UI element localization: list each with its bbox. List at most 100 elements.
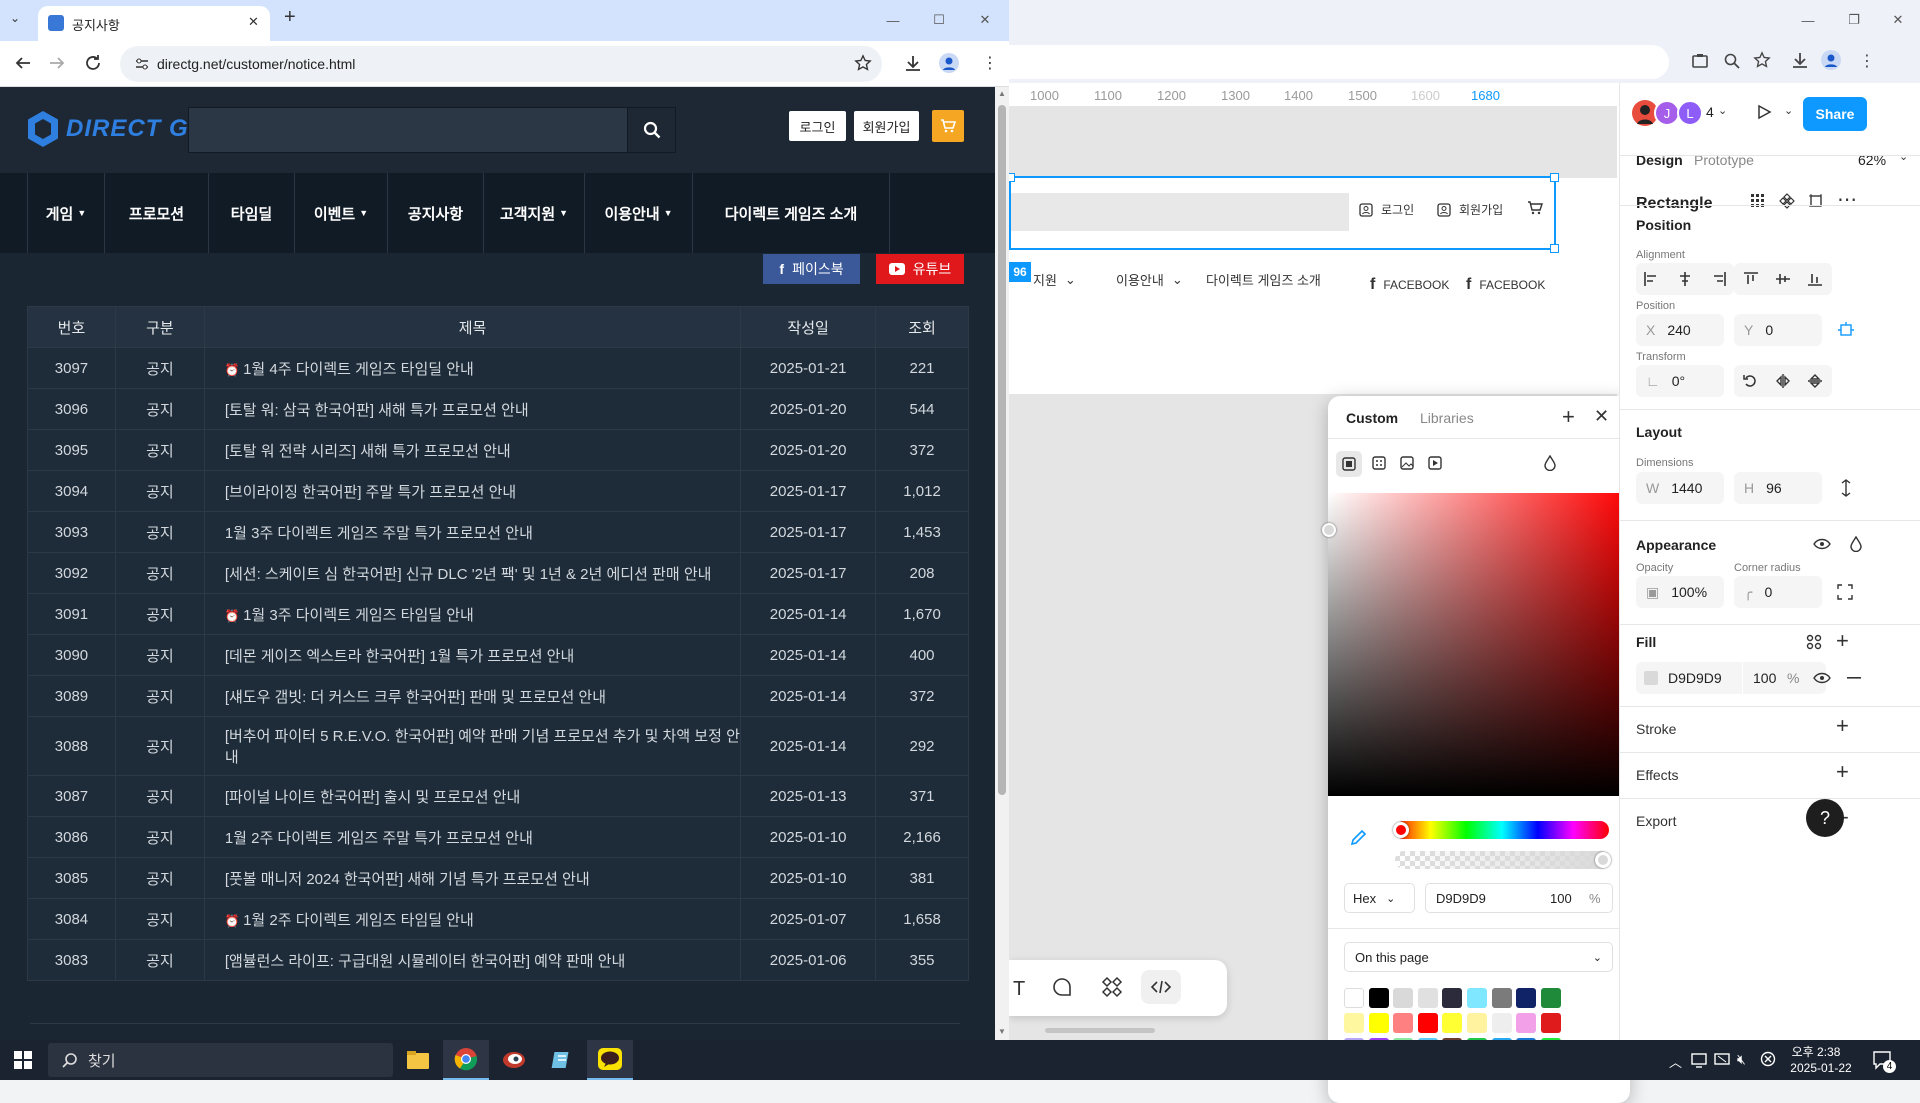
clock-time[interactable]: 오후 2:38 [1786,1043,1846,1060]
add-stroke-icon[interactable]: + [1836,713,1849,739]
color-swatch[interactable] [1516,988,1537,1008]
figma-url-field[interactable] [1009,45,1669,79]
layer-name[interactable]: Rectangle [1636,195,1712,213]
table-row[interactable]: 3096 공지 [토탈 워: 삼국 한국어판] 새해 특가 프로모션 안내 2025-… [27,388,969,430]
notice-title-link[interactable]: 1월 4주 다이렉트 게임즈 타임딜 안내 [243,361,474,378]
remove-fill-icon[interactable] [1838,662,1870,694]
cell-title[interactable]: [파이널 나이트 한국어판] 출시 및 프로모션 안내 [203,775,742,817]
notice-title-link[interactable]: [세션: 스케이트 심 한국어판] 신규 DLC '2년 팩' 및 1년 & 2… [225,566,712,583]
color-swatch[interactable] [1393,988,1414,1008]
sv-handle[interactable] [1322,523,1336,537]
width-input[interactable]: W 1440 [1636,472,1724,504]
display-icon[interactable] [1714,1052,1730,1068]
table-row[interactable]: 3097 공지 ⏰ 1월 4주 다이렉트 게임즈 타임딜 안내 2025-01-21 2… [27,347,969,389]
notice-title-link[interactable]: 1월 3주 다이렉트 게임즈 타임딜 안내 [243,607,474,624]
play-icon[interactable] [1756,104,1772,120]
zoom-icon[interactable] [1723,52,1741,70]
components-tool-icon[interactable] [1101,976,1123,998]
eye-icon[interactable] [1806,528,1838,560]
volume-muted-icon[interactable]: 🔇︎ [1737,1051,1746,1068]
corner-radius-input[interactable]: ╭ 0 [1734,576,1822,608]
cell-title[interactable]: [섀도우 갬빗: 더 커스드 크루 한국어판] 판매 및 프로모션 안내 [203,675,742,717]
download-icon[interactable] [904,54,922,72]
site-search-input[interactable] [188,107,676,153]
canvas-nav-guide[interactable]: 이용안내 ⌄ [1116,270,1183,289]
add-fill-icon[interactable]: + [1836,628,1849,654]
cell-title[interactable]: [풋볼 매니저 2024 한국어판] 새해 기념 특가 프로모션 안내 [203,857,742,899]
menu-kebab-icon[interactable]: ⋮ [982,53,998,73]
add-effect-icon[interactable]: + [1836,759,1849,785]
alpha-value[interactable]: 100 [1550,891,1572,906]
independent-corners-icon[interactable] [1837,584,1853,600]
reload-icon[interactable] [84,54,102,72]
saturation-value-area[interactable] [1322,493,1630,796]
table-row[interactable]: 3085 공지 [풋볼 매니저 2024 한국어판] 새해 기념 특가 프로모션 안… [27,857,969,899]
restore-button[interactable]: ❐ [1831,8,1877,32]
cell-title[interactable]: [앰뷸런스 라이프: 구급대원 시뮬레이터 한국어판] 예약 판매 안내 [203,939,742,981]
profile-icon[interactable] [939,53,959,73]
figma-canvas[interactable]: 1000 1100 1200 1300 1400 1500 1600 1680 … [1006,83,1630,1103]
youtube-button[interactable]: 유튜브 [876,254,964,284]
scroll-down-icon[interactable]: ▼ [998,1027,1006,1036]
rotate-icon[interactable] [1742,373,1758,389]
color-swatch[interactable] [1516,1013,1537,1033]
stroke-section-title[interactable]: Stroke [1636,721,1676,737]
fill-swatch[interactable] [1644,671,1658,685]
gradient-fill-icon[interactable] [1372,456,1386,470]
cell-title[interactable]: 1월 2주 다이렉트 게임즈 주말 특가 프로모션 안내 [203,816,742,858]
selection-box[interactable] [1006,173,1559,253]
flip-vertical-icon[interactable] [1807,373,1823,389]
cell-title[interactable]: [세션: 스케이트 심 한국어판] 신규 DLC '2년 팩' 및 1년 & 2… [203,552,742,594]
color-swatch[interactable] [1417,988,1438,1008]
blend-drop-icon[interactable] [1543,455,1557,471]
align-top-icon[interactable] [1743,271,1759,287]
cell-title[interactable]: 1월 3주 다이렉트 게임즈 주말 특가 프로모션 안내 [203,511,742,553]
file-explorer-icon[interactable] [395,1040,441,1080]
windows-start-icon[interactable] [14,1051,32,1069]
align-left-icon[interactable] [1643,271,1659,287]
notice-title-link[interactable]: [브이라이징 한국어판] 주말 특가 프로모션 안내 [225,484,516,501]
notice-title-link[interactable]: 1월 3주 다이렉트 게임즈 주말 특가 프로모션 안내 [225,525,533,542]
resize-handle[interactable] [1550,173,1559,182]
nav-support[interactable]: 고객지원 ▼ [484,173,585,253]
height-input[interactable]: H 96 [1734,472,1822,504]
download-icon[interactable] [1791,51,1809,69]
minimize-button[interactable]: — [1785,8,1831,32]
chevron-down-icon[interactable]: ⌄ [1899,150,1908,163]
color-swatch[interactable] [1467,1013,1487,1033]
blend-drop-icon[interactable] [1840,528,1872,560]
table-row[interactable]: 3089 공지 [섀도우 갬빗: 더 커스드 크루 한국어판] 판매 및 프로모션 … [27,675,969,717]
eyedropper-icon[interactable] [1348,828,1368,848]
dev-mode-icon[interactable] [1141,970,1181,1004]
constraints-icon[interactable] [1837,321,1855,339]
forward-arrow-icon[interactable] [48,54,66,72]
flip-horizontal-icon[interactable] [1775,373,1791,389]
tab-custom[interactable]: Custom [1344,406,1400,430]
notice-title-link[interactable]: [파이널 나이트 한국어판] 출시 및 프로모션 안내 [225,789,521,806]
align-center-h-icon[interactable] [1677,271,1693,287]
maximize-button[interactable]: ☐ [916,8,962,32]
cell-title[interactable]: ⏰ 1월 3주 다이렉트 게임즈 타임딜 안내 [203,593,742,635]
color-swatch[interactable] [1393,1013,1414,1033]
component-icon[interactable] [1779,193,1795,209]
app-taskbar-icon[interactable] [491,1040,537,1080]
cell-title[interactable]: [토탈 워 전략 시리즈] 새해 특가 프로모션 안내 [203,429,742,471]
vertical-scrollbar[interactable]: ▲ ▼ [995,87,1009,1040]
hex-input[interactable]: D9D9D9 100 % [1425,883,1613,913]
notice-title-link[interactable]: [토탈 워: 삼국 한국어판] 새해 특가 프로모션 안내 [225,402,529,419]
nav-timedeal[interactable]: 타임딜 [209,173,295,253]
resize-handle[interactable] [1550,244,1559,253]
notice-title-link[interactable]: [앰뷸런스 라이프: 구급대원 시뮬레이터 한국어판] 예약 판매 안내 [225,953,625,970]
canvas-nav-support[interactable]: 지원 ⌄ [1033,270,1076,289]
notice-title-link[interactable]: [버추어 파이터 5 R.E.V.O. 한국어판] 예약 판매 기념 프로모션 … [225,728,740,766]
x-input[interactable]: X 240 [1636,314,1724,346]
grid-layout-icon[interactable] [1750,193,1766,209]
add-style-icon[interactable]: + [1562,404,1575,430]
clock-date[interactable]: 2025-01-22 [1786,1061,1856,1075]
color-swatch[interactable] [1491,1013,1512,1033]
close-button[interactable]: ✕ [1875,8,1920,32]
nav-game[interactable]: 게임 ▼ [27,173,105,253]
cell-title[interactable]: [데몬 게이즈 엑스트라 한국어판] 1월 특가 프로모션 안내 [203,634,742,676]
table-row[interactable]: 3095 공지 [토탈 워 전략 시리즈] 새해 특가 프로모션 안내 2025-01… [27,429,969,471]
site-info-icon[interactable] [134,56,150,72]
